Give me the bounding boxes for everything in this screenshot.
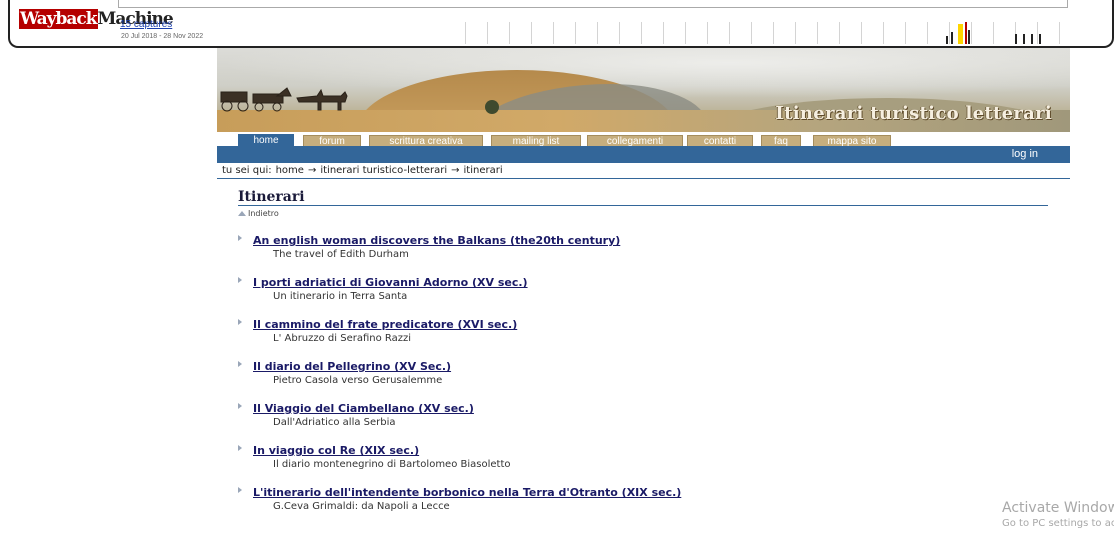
carriage-illustration — [220, 87, 348, 112]
itinerary-link[interactable]: L'itinerario dell'intendente borbonico n… — [253, 486, 1070, 500]
activate-windows-watermark: Activate Windows Go to PC settings to ac… — [1002, 500, 1114, 531]
bullet-icon — [238, 487, 242, 493]
captures-link[interactable]: 15 captures — [120, 19, 172, 30]
back-link-label: Indietro — [248, 209, 279, 218]
wayback-url-field[interactable] — [118, 0, 1068, 8]
itinerary-link[interactable]: Il Viaggio del Ciambellano (XV sec.) — [253, 402, 1070, 416]
list-item: Il diario del Pellegrino (XV Sec.) Pietr… — [238, 360, 1070, 402]
tree-illustration — [485, 100, 499, 114]
itinerary-description: The travel of Edith Durham — [273, 249, 409, 260]
bullet-icon — [238, 235, 242, 241]
itinerary-description: Il diario montenegrino di Bartolomeo Bia… — [273, 459, 511, 470]
breadcrumb-home[interactable]: home — [276, 165, 304, 176]
watermark-line2: Go to PC settings to activate Windows. — [1002, 518, 1114, 529]
itinerary-description: L' Abruzzo di Serafino Razzi — [273, 333, 412, 344]
itinerary-link[interactable]: An english woman discovers the Balkans (… — [253, 234, 1070, 248]
list-item: Il cammino del frate predicatore (XVI se… — [238, 318, 1070, 360]
itinerary-list: An english woman discovers the Balkans (… — [238, 234, 1070, 528]
wayback-toolbar: WaybackMachine 15 captures 20 Jul 2018 -… — [8, 0, 1114, 48]
up-arrow-icon — [238, 211, 246, 216]
nav-bar: log in — [217, 146, 1070, 163]
main-content: Itinerari Indietro An english woman disc… — [217, 179, 1070, 528]
breadcrumb: tu sei qui: home → itinerari turistico-lett… — [217, 163, 1070, 179]
login-link[interactable]: log in — [1012, 148, 1038, 160]
itinerary-link[interactable]: I porti adriatici di Giovanni Adorno (XV… — [253, 276, 1070, 290]
bullet-icon — [238, 277, 242, 283]
bullet-icon — [238, 319, 242, 325]
breadcrumb-arrow: → — [451, 165, 460, 176]
itinerary-description: Dall'Adriatico alla Serbia — [273, 417, 396, 428]
itinerary-link[interactable]: Il diario del Pellegrino (XV Sec.) — [253, 360, 1070, 374]
tab-home[interactable]: home — [238, 134, 294, 146]
bullet-icon — [238, 445, 242, 451]
tab-contatti[interactable]: contatti — [687, 135, 753, 147]
list-item: In viaggio col Re (XIX sec.) Il diario m… — [238, 444, 1070, 486]
itinerary-description: Un itinerario in Terra Santa — [273, 291, 408, 302]
list-item: Il Viaggio del Ciambellano (XV sec.) Dal… — [238, 402, 1070, 444]
site-banner: Itinerari turistico letterari — [217, 48, 1070, 132]
breadcrumb-section[interactable]: itinerari turistico-letterari — [320, 165, 447, 176]
list-item: An english woman discovers the Balkans (… — [238, 234, 1070, 276]
list-item: I porti adriatici di Giovanni Adorno (XV… — [238, 276, 1070, 318]
list-item: L'itinerario dell'intendente borbonico n… — [238, 486, 1070, 528]
bullet-icon — [238, 361, 242, 367]
watermark-line1: Activate Windows — [1002, 500, 1114, 516]
site-title: Itinerari turistico letterari — [775, 103, 1052, 124]
breadcrumb-arrow: → — [307, 165, 317, 176]
tab-forum[interactable]: forum — [303, 135, 361, 147]
tab-collegamenti[interactable]: collegamenti — [587, 135, 683, 147]
capture-timeline[interactable]: 20 — [465, 22, 1095, 44]
breadcrumb-current: itinerari — [463, 165, 503, 176]
capture-date-range: 20 Jul 2018 - 28 Nov 2022 — [121, 33, 204, 40]
itinerary-link[interactable]: In viaggio col Re (XIX sec.) — [253, 444, 1070, 458]
breadcrumb-prefix: tu sei qui: — [222, 165, 272, 176]
itinerary-link[interactable]: Il cammino del frate predicatore (XVI se… — [253, 318, 1070, 332]
itinerary-description: G.Ceva Grimaldi: da Napoli a Lecce — [273, 501, 450, 512]
back-link[interactable]: Indietro — [238, 209, 1070, 218]
main-nav-tabs: home forum scrittura creativa mailing li… — [217, 132, 1070, 147]
page-title: Itinerari — [238, 189, 1048, 206]
bullet-icon — [238, 403, 242, 409]
tab-mailing-list[interactable]: mailing list — [491, 135, 581, 147]
wayback-logo-part1: Wayback — [19, 9, 98, 29]
tab-faq[interactable]: faq — [761, 135, 801, 147]
archived-page: Itinerari turistico letterari home forum… — [217, 48, 1070, 528]
tab-scrittura-creativa[interactable]: scrittura creativa — [369, 135, 483, 147]
itinerary-description: Pietro Casola verso Gerusalemme — [273, 375, 443, 386]
tab-mappa-sito[interactable]: mappa sito — [813, 135, 891, 147]
